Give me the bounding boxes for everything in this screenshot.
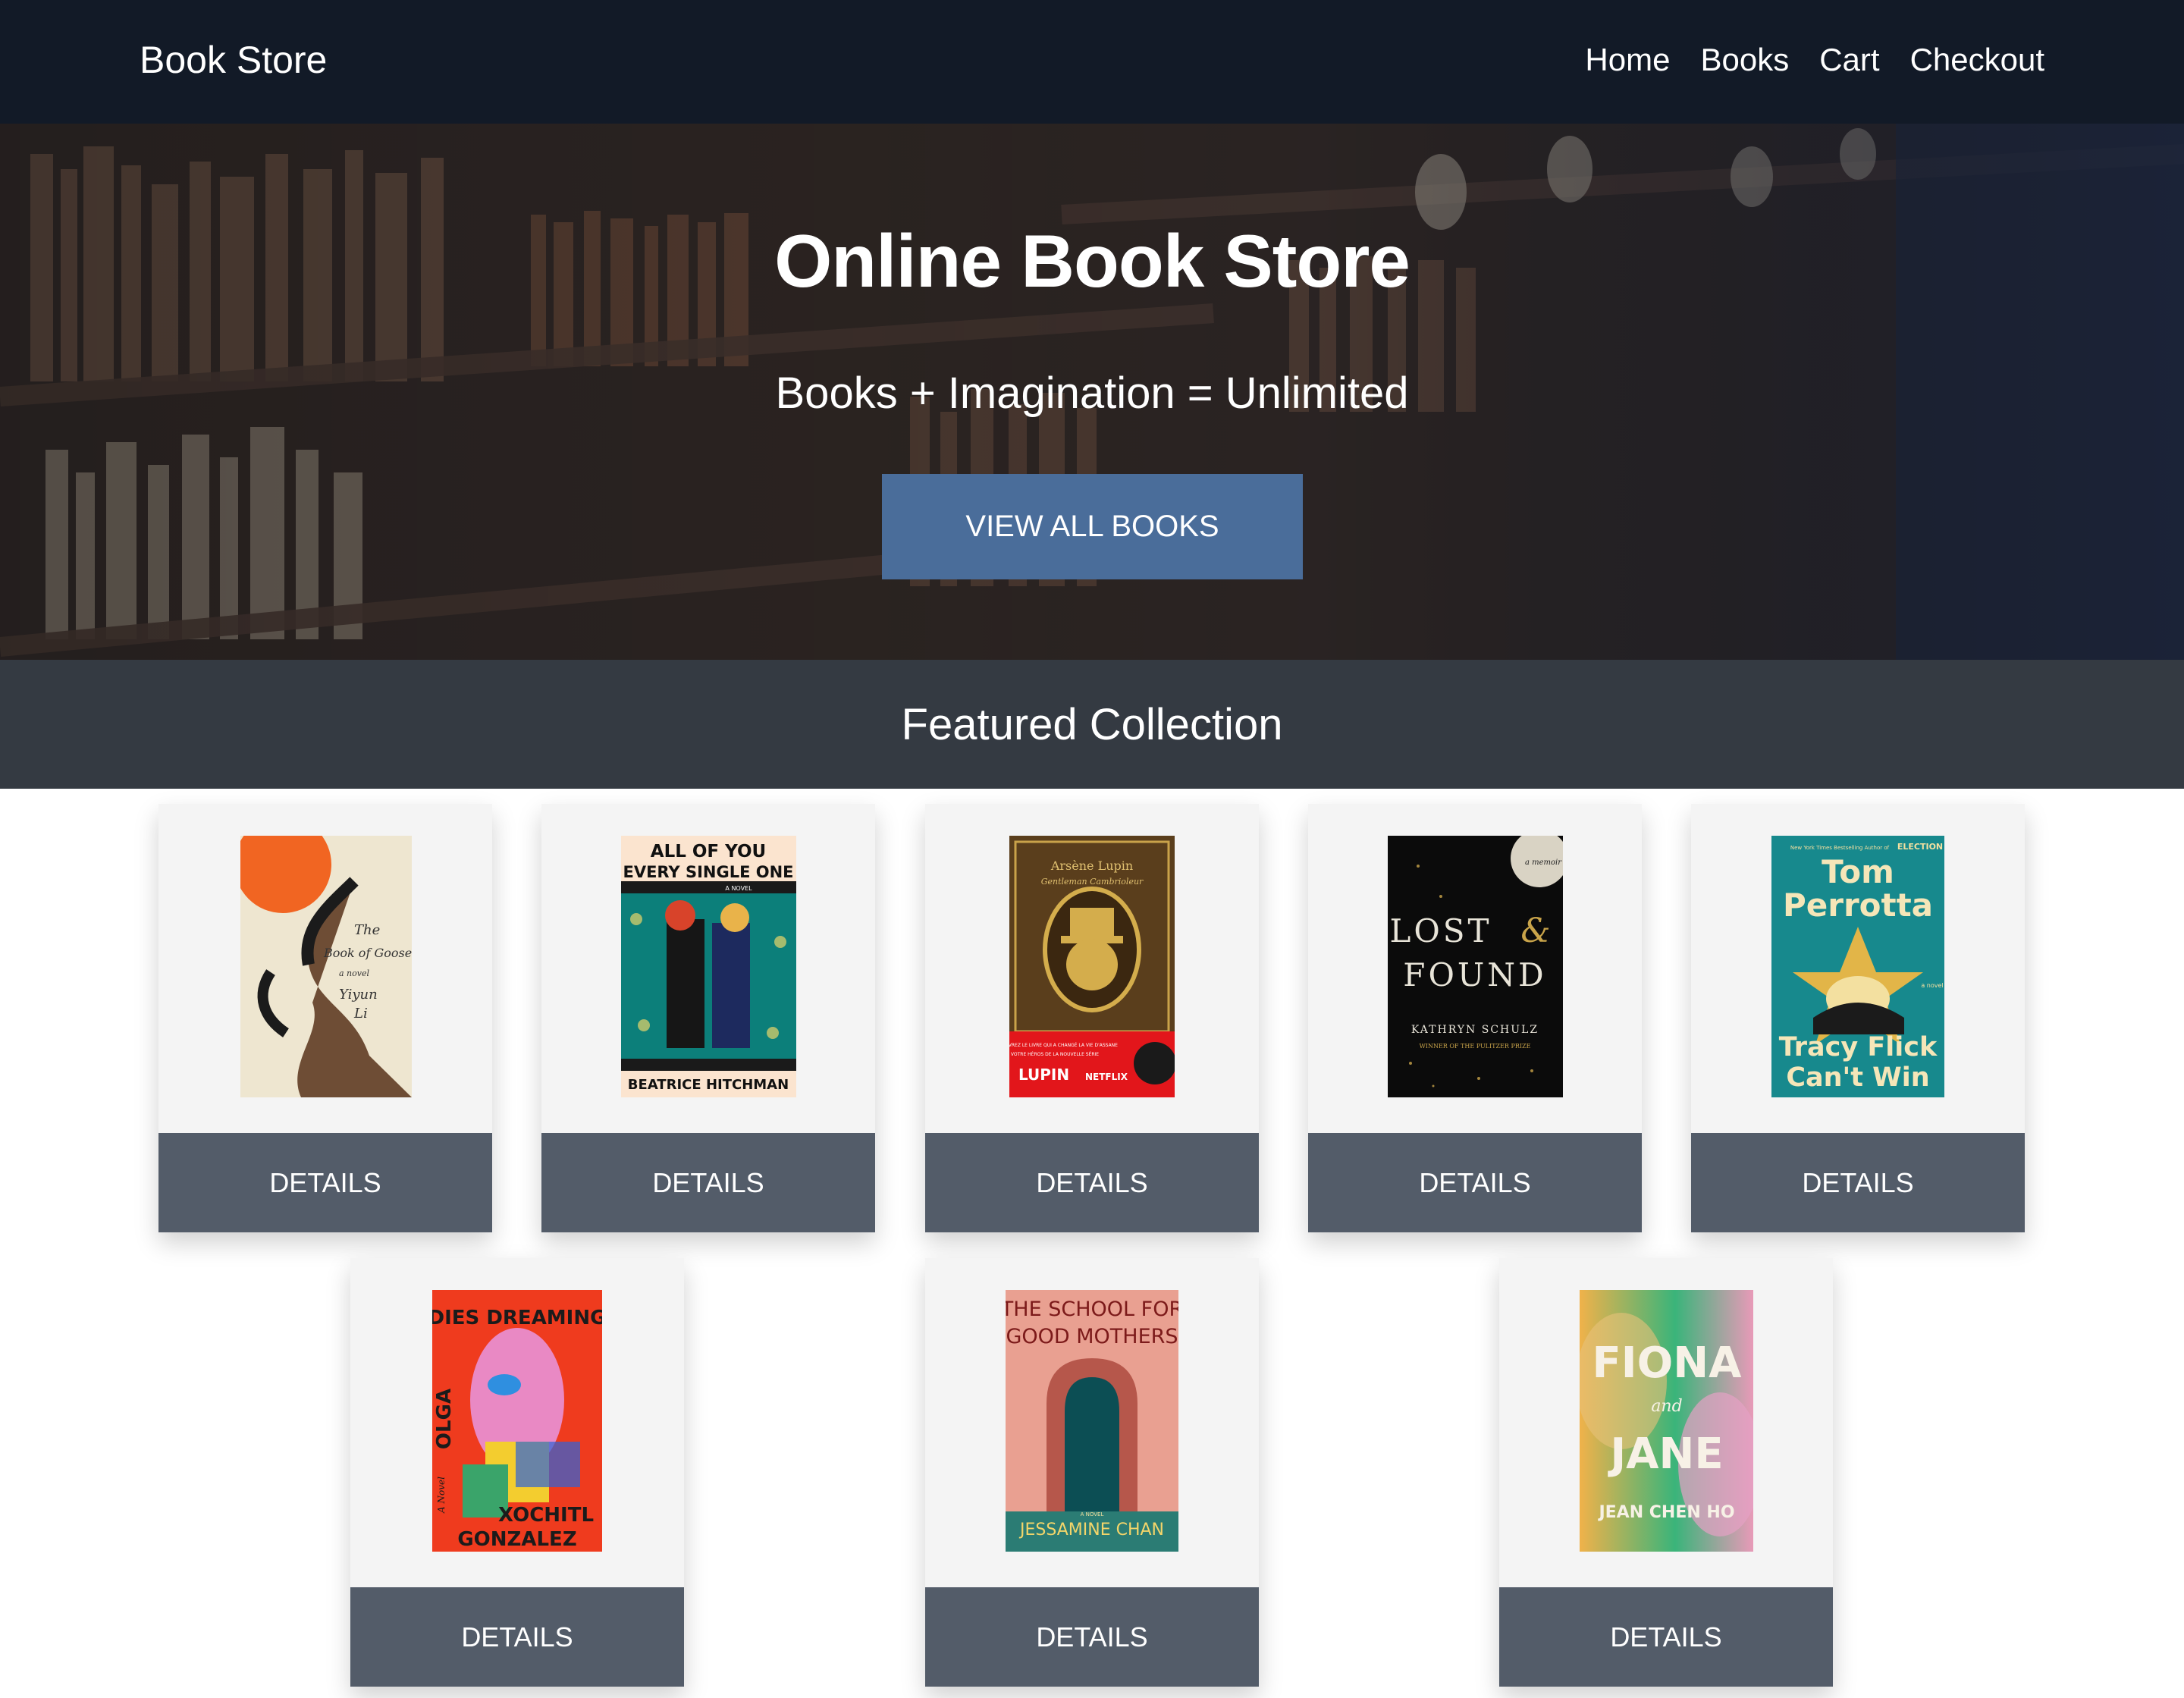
- details-button[interactable]: DETAILS: [1499, 1587, 1833, 1687]
- svg-text:Yiyun: Yiyun: [339, 987, 378, 1003]
- details-button[interactable]: DETAILS: [350, 1587, 684, 1687]
- book-cover-image[interactable]: FIONA and JANE JEAN CHEN HO: [1580, 1290, 1753, 1552]
- book-card: DIES DREAMING OLGA A Novel XOCHITL GONZA…: [350, 1258, 684, 1687]
- svg-text:A NOVEL: A NOVEL: [725, 885, 752, 892]
- nav-link-home[interactable]: Home: [1585, 42, 1670, 78]
- svg-text:VOTRE HÉROS DE LA NOUVELLE SÉR: VOTRE HÉROS DE LA NOUVELLE SÉRIE: [1011, 1051, 1099, 1057]
- svg-text:a novel: a novel: [339, 968, 369, 978]
- details-button[interactable]: DETAILS: [1691, 1133, 2025, 1232]
- svg-text:EVERY SINGLE ONE: EVERY SINGLE ONE: [623, 863, 793, 881]
- nav-link-cart[interactable]: Cart: [1819, 42, 1879, 78]
- svg-text:and: and: [1651, 1397, 1682, 1416]
- svg-text:JEAN CHEN HO: JEAN CHEN HO: [1597, 1503, 1734, 1522]
- nav-link-checkout[interactable]: Checkout: [1910, 42, 2044, 78]
- svg-text:DÉCOUVREZ LE LIVRE QUI A CHANG: DÉCOUVREZ LE LIVRE QUI A CHANGÉ LA VIE D…: [1009, 1042, 1118, 1048]
- book-cover-image[interactable]: a memoir LOST & FOUND KATHRYN SCHULZ WIN…: [1388, 836, 1563, 1097]
- book-card: Arsène Lupin Gentleman Cambrioleur DÉCOU…: [925, 804, 1259, 1232]
- book-cover-image[interactable]: The Book of Goose a novel Yiyun Li: [240, 836, 412, 1097]
- featured-collection-bar: Featured Collection: [0, 660, 2184, 789]
- svg-text:NETFLIX: NETFLIX: [1085, 1072, 1128, 1082]
- svg-text:A NOVEL: A NOVEL: [1081, 1511, 1104, 1518]
- svg-text:&: &: [1520, 912, 1550, 950]
- svg-text:a memoir: a memoir: [1525, 858, 1562, 867]
- book-cover-image[interactable]: THE SCHOOL FOR GOOD MOTHERS A NOVEL JESS…: [1006, 1290, 1178, 1552]
- book-cover-image[interactable]: New York Times Bestselling Author of ELE…: [1771, 836, 1944, 1097]
- details-button[interactable]: DETAILS: [1308, 1133, 1642, 1232]
- book-card: FIONA and JANE JEAN CHEN HO DETAILS: [1499, 1258, 1833, 1687]
- hero-subtitle: Books + Imagination = Unlimited: [775, 369, 1409, 418]
- svg-text:Tom: Tom: [1822, 853, 1894, 890]
- svg-text:KATHRYN SCHULZ: KATHRYN SCHULZ: [1411, 1024, 1539, 1036]
- details-button[interactable]: DETAILS: [925, 1587, 1259, 1687]
- svg-text:a novel: a novel: [1921, 982, 1943, 989]
- book-cover-image[interactable]: DIES DREAMING OLGA A Novel XOCHITL GONZA…: [432, 1290, 602, 1552]
- svg-text:Arsène Lupin: Arsène Lupin: [1050, 858, 1133, 873]
- nav-link-books[interactable]: Books: [1700, 42, 1789, 78]
- svg-text:BEATRICE HITCHMAN: BEATRICE HITCHMAN: [628, 1077, 789, 1093]
- svg-text:ELECTION: ELECTION: [1897, 842, 1943, 852]
- hero-banner: Online Book Store Books + Imagination = …: [0, 124, 2184, 660]
- svg-text:LUPIN: LUPIN: [1018, 1066, 1069, 1084]
- navbar: Book Store Home Books Cart Checkout: [0, 0, 2184, 124]
- svg-text:GOOD MOTHERS: GOOD MOTHERS: [1006, 1325, 1178, 1348]
- svg-text:New York Times Bestselling Aut: New York Times Bestselling Author of: [1790, 845, 1890, 851]
- svg-text:JESSAMINE CHAN: JESSAMINE CHAN: [1018, 1521, 1164, 1539]
- brand-logo[interactable]: Book Store: [140, 38, 327, 82]
- book-cover-image[interactable]: ALL OF YOU EVERY SINGLE ONE A NOVEL BEAT…: [621, 836, 796, 1097]
- svg-text:Li: Li: [353, 1006, 368, 1022]
- svg-text:ALL OF YOU: ALL OF YOU: [651, 842, 766, 862]
- svg-text:Tracy Flick: Tracy Flick: [1779, 1032, 1938, 1062]
- svg-text:THE SCHOOL FOR: THE SCHOOL FOR: [1006, 1298, 1178, 1321]
- svg-text:GONZALEZ: GONZALEZ: [457, 1528, 576, 1551]
- nav-links: Home Books Cart Checkout: [1585, 42, 2044, 78]
- svg-text:FIONA: FIONA: [1592, 1339, 1743, 1388]
- book-card: The Book of Goose a novel Yiyun Li DETAI…: [158, 804, 492, 1232]
- details-button[interactable]: DETAILS: [541, 1133, 875, 1232]
- book-card: ALL OF YOU EVERY SINGLE ONE A NOVEL BEAT…: [541, 804, 875, 1232]
- svg-text:JANE: JANE: [1607, 1430, 1723, 1479]
- view-all-books-button[interactable]: VIEW ALL BOOKS: [882, 474, 1303, 579]
- svg-text:Perrotta: Perrotta: [1783, 887, 1933, 924]
- svg-text:Gentleman Cambrioleur: Gentleman Cambrioleur: [1041, 877, 1144, 887]
- book-cover-image[interactable]: Arsène Lupin Gentleman Cambrioleur DÉCOU…: [1009, 836, 1175, 1097]
- svg-text:FOUND: FOUND: [1403, 956, 1546, 993]
- svg-text:The: The: [354, 922, 380, 938]
- svg-text:Can't Win: Can't Win: [1786, 1062, 1929, 1093]
- hero-title: Online Book Store: [774, 219, 1410, 303]
- svg-text:OLGA: OLGA: [433, 1389, 456, 1449]
- details-button[interactable]: DETAILS: [925, 1133, 1259, 1232]
- svg-text:WINNER OF THE PULITZER PRIZE: WINNER OF THE PULITZER PRIZE: [1420, 1043, 1531, 1050]
- book-card: THE SCHOOL FOR GOOD MOTHERS A NOVEL JESS…: [925, 1258, 1259, 1687]
- svg-text:LOST: LOST: [1389, 912, 1492, 949]
- svg-text:Book of Goose: Book of Goose: [323, 946, 412, 960]
- book-card: a memoir LOST & FOUND KATHRYN SCHULZ WIN…: [1308, 804, 1642, 1232]
- svg-text:A Novel: A Novel: [436, 1477, 447, 1514]
- featured-collection-title: Featured Collection: [901, 699, 1283, 749]
- details-button[interactable]: DETAILS: [158, 1133, 492, 1232]
- svg-text:XOCHITL: XOCHITL: [498, 1504, 594, 1527]
- book-card: New York Times Bestselling Author of ELE…: [1691, 804, 2025, 1232]
- svg-text:DIES DREAMING: DIES DREAMING: [432, 1307, 602, 1329]
